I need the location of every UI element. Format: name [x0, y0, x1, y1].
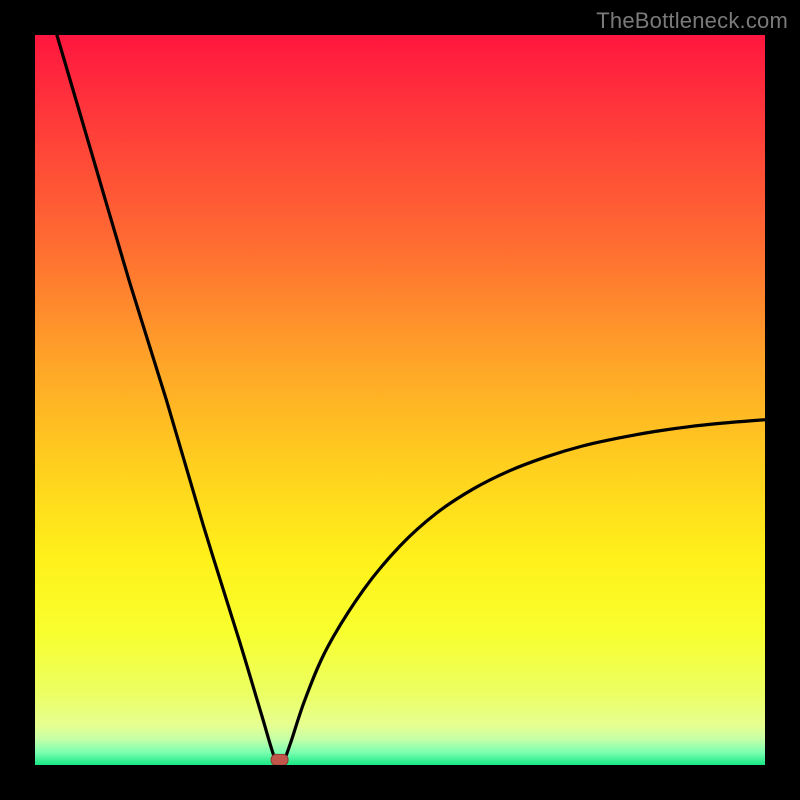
plot-area — [35, 35, 765, 765]
chart-frame: TheBottleneck.com — [0, 0, 800, 800]
minimum-marker — [271, 754, 288, 765]
bottleneck-curve — [57, 35, 765, 765]
curve-layer — [35, 35, 765, 765]
watermark-text: TheBottleneck.com — [596, 8, 788, 34]
